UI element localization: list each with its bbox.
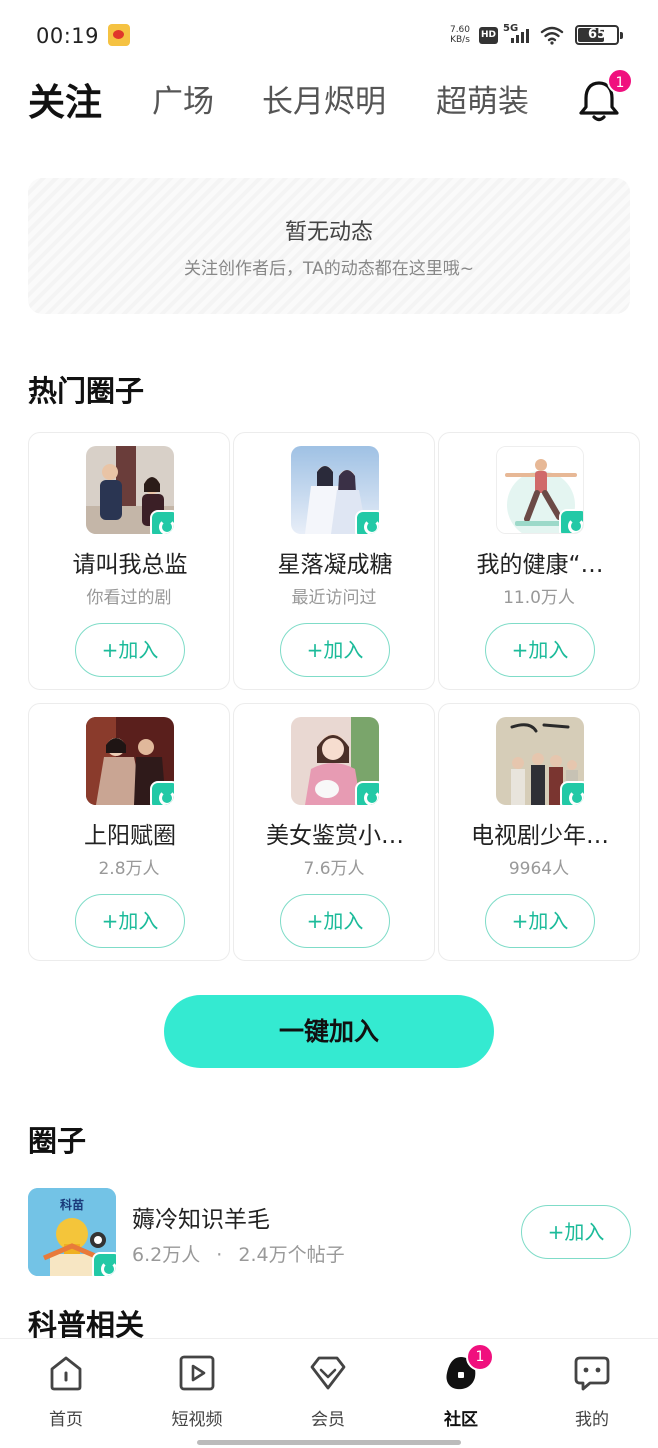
tab-square[interactable]: 广场 <box>152 76 214 121</box>
hot-circles-title: 热门圈子 <box>28 374 145 408</box>
circle-subtitle: 11.0万人 <box>503 588 575 608</box>
nav-label: 首页 <box>49 1410 83 1430</box>
circle-cover-image <box>291 446 379 534</box>
tab-fade <box>520 70 558 130</box>
circle-subtitle: 7.6万人 <box>303 859 365 879</box>
circle-cover-image <box>291 717 379 805</box>
network-speed: 7.60 KB/s <box>446 25 474 45</box>
circles-section-title: 圈子 <box>28 1124 87 1158</box>
empty-feed-title: 暂无动态 <box>284 220 373 245</box>
status-time: 00:19 <box>36 24 100 48</box>
join-button[interactable]: +加入 <box>485 894 595 948</box>
nav-label: 会员 <box>311 1410 345 1430</box>
tab-follow[interactable]: 关注 <box>28 72 102 126</box>
empty-feed-card: 暂无动态 关注创作者后，TA的动态都在这里哦~ <box>28 178 630 314</box>
community-badge: 1 <box>466 1343 494 1371</box>
circle-badge-icon <box>92 1252 116 1276</box>
circle-name: 电视剧少年… <box>471 823 609 849</box>
top-tab-bar: 关注 广场 长月烬明 超萌装 1 <box>0 68 658 130</box>
join-button[interactable]: +加入 <box>280 623 390 677</box>
nav-membership[interactable]: 会员 <box>278 1349 378 1430</box>
net-speed-unit: KB/s <box>450 35 470 45</box>
play-icon <box>179 1355 215 1391</box>
diamond-icon <box>310 1356 346 1390</box>
circle-subtitle: 2.8万人 <box>98 859 160 879</box>
circle-posts: 2.4万个帖子 <box>238 1244 345 1266</box>
circle-subtitle: 最近访问过 <box>291 588 377 608</box>
circle-badge-icon <box>355 510 379 534</box>
battery-icon: 65 <box>575 25 623 45</box>
nav-short-video[interactable]: 短视频 <box>147 1349 247 1430</box>
circle-card[interactable]: 星落凝成糖 最近访问过 +加入 <box>233 432 435 690</box>
tab-changyue-jinming[interactable]: 长月烬明 <box>262 76 386 121</box>
circle-cover-image <box>86 446 174 534</box>
empty-feed-subtitle: 关注创作者后，TA的动态都在这里哦~ <box>184 259 474 279</box>
circle-name: 上阳赋圈 <box>84 823 176 849</box>
join-button[interactable]: +加入 <box>485 623 595 677</box>
circle-card[interactable]: 电视剧少年… 9964人 +加入 <box>438 703 640 961</box>
circle-name: 星落凝成糖 <box>277 552 393 578</box>
circle-cover-image <box>86 717 174 805</box>
circle-name: 美女鉴赏小… <box>266 823 404 849</box>
wifi-icon <box>540 26 564 45</box>
circle-name: 薅冷知识羊毛 <box>132 1207 270 1233</box>
circle-card[interactable]: 请叫我总监 你看过的剧 +加入 <box>28 432 230 690</box>
circle-meta: 6.2万人 · 2.4万个帖子 <box>132 1240 345 1267</box>
circle-card[interactable]: 美女鉴赏小… 7.6万人 +加入 <box>233 703 435 961</box>
meta-separator: · <box>216 1244 223 1266</box>
circle-badge-icon <box>150 781 174 805</box>
net-speed-value: 7.60 <box>449 25 471 35</box>
circle-subtitle: 9964人 <box>508 859 570 879</box>
battery-level: 65 <box>587 27 607 42</box>
home-icon <box>50 1356 82 1391</box>
circle-badge-icon <box>355 781 379 805</box>
cellular-signal-icon: 5G <box>503 23 533 45</box>
circle-subtitle: 你看过的剧 <box>86 588 172 608</box>
tab-chaomeng[interactable]: 超萌装 <box>436 76 529 121</box>
circle-list-item[interactable]: 科苗 薅冷知识羊毛 6.2万人 · 2.4万个帖子 +加入 <box>28 1188 631 1278</box>
nav-home[interactable]: 首页 <box>16 1349 116 1430</box>
circle-badge-icon <box>150 510 174 534</box>
circle-card[interactable]: 我的健康“… 11.0万人 +加入 <box>438 432 640 690</box>
status-bar: 00:19 7.60 KB/s HD 5G 65 <box>0 0 658 70</box>
circle-badge-icon <box>559 509 583 533</box>
join-all-button[interactable]: 一键加入 <box>164 995 494 1068</box>
circle-name: 请叫我总监 <box>72 552 188 578</box>
nav-label: 我的 <box>575 1410 609 1430</box>
nav-profile[interactable]: 我的 <box>542 1349 642 1430</box>
weibo-notification-icon <box>108 24 130 46</box>
circle-members: 6.2万人 <box>132 1244 201 1266</box>
join-button[interactable]: +加入 <box>75 894 185 948</box>
join-button[interactable]: +加入 <box>521 1205 631 1259</box>
circle-name: 我的健康“… <box>476 552 604 578</box>
profile-icon <box>574 1356 610 1391</box>
circle-badge-icon <box>560 781 584 805</box>
join-button[interactable]: +加入 <box>75 623 185 677</box>
bottom-nav: 首页 短视频 会员 社区 1 我的 <box>0 1338 658 1448</box>
circle-cover-image <box>496 446 584 534</box>
nav-community[interactable]: 社区 <box>411 1349 511 1430</box>
home-indicator <box>197 1440 461 1445</box>
nav-label: 短视频 <box>171 1410 223 1430</box>
circle-cover-image <box>496 717 584 805</box>
circle-card[interactable]: 上阳赋圈 2.8万人 +加入 <box>28 703 230 961</box>
notification-badge: 1 <box>607 68 633 94</box>
hd-icon: HD <box>479 27 498 44</box>
nav-label: 社区 <box>444 1410 478 1430</box>
circle-avatar: 科苗 <box>28 1188 116 1276</box>
join-button[interactable]: +加入 <box>280 894 390 948</box>
circle-avatar-title: 科苗 <box>59 1198 84 1212</box>
